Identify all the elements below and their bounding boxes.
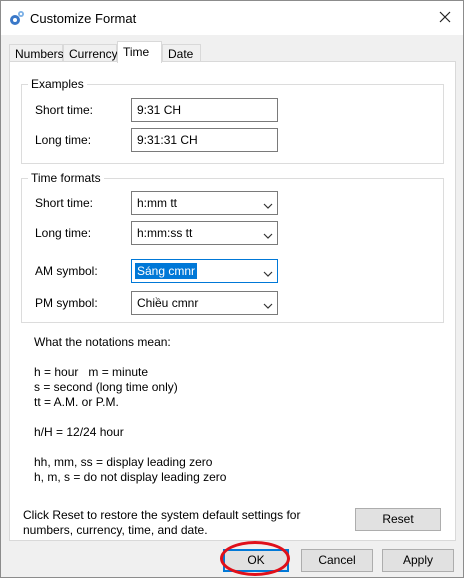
close-icon	[439, 11, 451, 26]
short-time-format-select[interactable]: h:mm tt	[131, 191, 278, 215]
ok-button[interactable]: OK	[223, 549, 289, 572]
close-button[interactable]	[431, 4, 459, 32]
time-formats-legend: Time formats	[28, 171, 104, 185]
notation-line: h, m, s = do not display leading zero	[34, 470, 227, 484]
chevron-down-icon	[263, 229, 273, 239]
chevron-down-icon	[263, 299, 273, 309]
long-time-format-value: h:mm:ss tt	[137, 226, 193, 240]
notation-line: s = second (long time only)	[34, 380, 178, 394]
am-symbol-select[interactable]: Sáng cmnr	[131, 259, 278, 283]
long-time-example-label: Long time:	[35, 133, 92, 147]
chevron-down-icon	[263, 267, 273, 277]
am-symbol-label: AM symbol:	[35, 264, 98, 278]
pm-symbol-value: Chiều cmnr	[137, 296, 199, 310]
window-title: Customize Format	[30, 11, 137, 26]
long-time-format-label: Long time:	[35, 226, 92, 240]
reset-instructions-line: numbers, currency, time, and date.	[23, 523, 208, 537]
short-time-example-label: Short time:	[35, 103, 94, 117]
reset-instructions-line: Click Reset to restore the system defaul…	[23, 508, 301, 522]
notation-line: h = hour m = minute	[34, 365, 149, 379]
short-time-format-label: Short time:	[35, 196, 94, 210]
long-time-example-field: 9:31:31 CH	[131, 128, 278, 152]
pm-symbol-select[interactable]: Chiều cmnr	[131, 291, 278, 315]
tab-numbers[interactable]: Numbers	[9, 44, 64, 62]
time-tab-panel: Examples Short time: 9:31 CH Long time: …	[9, 61, 456, 541]
cancel-button[interactable]: Cancel	[301, 549, 373, 572]
tab-date[interactable]: Date	[162, 44, 201, 62]
apply-button[interactable]: Apply	[382, 549, 454, 572]
tab-currency[interactable]: Currency	[63, 44, 118, 62]
short-time-format-value: h:mm tt	[137, 196, 178, 210]
notations-heading: What the notations mean:	[34, 335, 171, 349]
examples-legend: Examples	[28, 77, 87, 91]
control-panel-icon	[9, 10, 25, 26]
reset-button[interactable]: Reset	[355, 508, 441, 531]
pm-symbol-label: PM symbol:	[35, 296, 98, 310]
notation-line: tt = A.M. or P.M.	[34, 395, 119, 409]
notation-line: h/H = 12/24 hour	[34, 425, 124, 439]
examples-group: Examples Short time: 9:31 CH Long time: …	[21, 77, 444, 164]
long-time-format-select[interactable]: h:mm:ss tt	[131, 221, 278, 245]
notation-line: hh, mm, ss = display leading zero	[34, 455, 213, 469]
chevron-down-icon	[263, 199, 273, 209]
title-bar: Customize Format	[1, 1, 463, 35]
tab-time[interactable]: Time	[117, 41, 162, 63]
am-symbol-value: Sáng cmnr	[135, 263, 198, 279]
short-time-example-field: 9:31 CH	[131, 98, 278, 122]
customize-format-dialog: Customize Format Numbers Currency Time D…	[0, 0, 464, 578]
time-formats-group: Time formats Short time: h:mm tt Long ti…	[21, 171, 444, 323]
